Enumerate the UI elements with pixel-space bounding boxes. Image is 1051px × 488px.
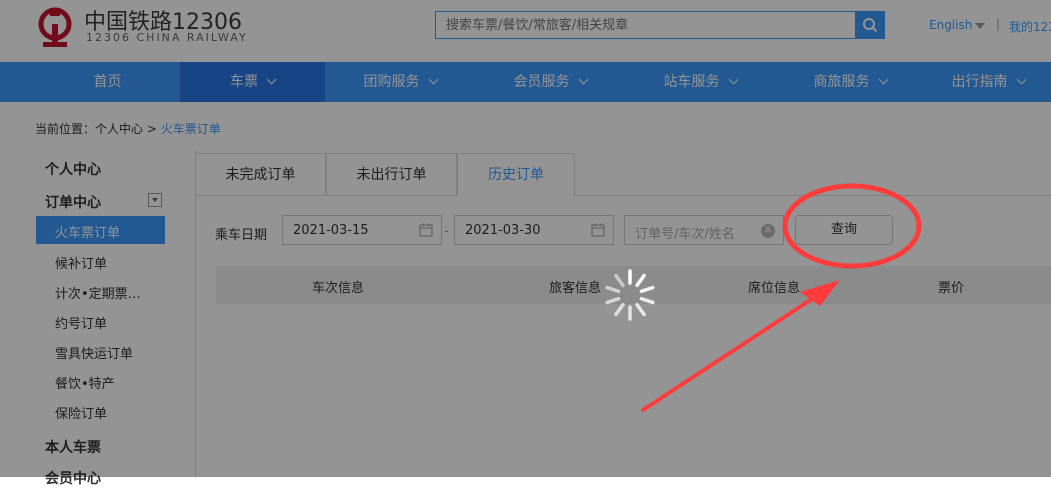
nav-tickets-label: 车票 — [230, 74, 258, 90]
chevron-down-icon — [152, 198, 158, 202]
sidebar-item-label: 火车票订单 — [55, 226, 121, 241]
search-input[interactable] — [435, 11, 855, 39]
chevron-down-icon — [578, 74, 588, 85]
search-button[interactable] — [855, 11, 885, 39]
breadcrumb-current[interactable]: 火车票订单 — [161, 122, 221, 136]
column-price: 票价 — [938, 281, 965, 296]
chevron-down-icon — [266, 74, 277, 85]
chevron-down-icon — [428, 74, 438, 85]
nav-member-label: 会员服务 — [513, 74, 570, 90]
start-date-field[interactable]: 2021-03-15 — [282, 215, 442, 245]
nav-home[interactable]: 首页 — [35, 62, 180, 102]
tab-label: 未完成订单 — [225, 167, 296, 183]
sidebar-item-catering[interactable]: 餐饮•特产 — [55, 373, 115, 392]
breadcrumb: 当前位置：个人中心 > 火车票订单 — [35, 120, 221, 137]
end-date-field[interactable]: 2021-03-30 — [454, 215, 614, 245]
sidebar-item-ski-express[interactable]: 雪具快运订单 — [55, 343, 133, 362]
language-switch[interactable]: English — [929, 18, 972, 32]
my-account-link[interactable]: 我的123 — [1009, 18, 1051, 35]
sidebar-item-period-tickets[interactable]: 计次•定期票… — [55, 283, 141, 302]
query-button[interactable]: 查询 — [795, 215, 893, 245]
date-label: 乘车日期 — [215, 228, 268, 243]
nav-station-service[interactable]: 站车服务 — [625, 62, 775, 102]
nav-station-label: 站车服务 — [663, 74, 720, 90]
main-nav: 首页 车票 团购服务 会员服务 站车服务 商旅服务 出行指南 — [0, 62, 1051, 102]
sidebar-my-tickets[interactable]: 本人车票 — [45, 437, 101, 457]
nav-group-label: 团购服务 — [363, 74, 420, 90]
logo-subtitle: 12306 CHINA RAILWAY — [86, 31, 248, 44]
sidebar-divider — [195, 150, 196, 477]
sidebar-item-reservation[interactable]: 约号订单 — [55, 313, 107, 332]
nav-tickets[interactable]: 车票 — [180, 62, 325, 102]
annotation-arrow — [641, 293, 820, 412]
chevron-down-icon — [1016, 74, 1026, 85]
loading-spinner-icon — [605, 269, 655, 321]
chevron-down-icon — [728, 74, 738, 85]
search-box — [435, 11, 885, 41]
date-range-dash: - — [444, 224, 449, 239]
calendar-icon[interactable] — [419, 223, 433, 237]
railway-logo-icon[interactable] — [34, 6, 76, 48]
search-icon — [863, 18, 878, 33]
tab-bar-line — [195, 195, 1051, 196]
nav-home-label: 首页 — [93, 74, 122, 90]
nav-guide-label: 出行指南 — [951, 74, 1008, 90]
column-train-info: 车次信息 — [312, 281, 365, 296]
tab-upcoming-orders[interactable]: 未出行订单 — [326, 153, 457, 195]
tab-history-orders[interactable]: 历史订单 — [457, 153, 575, 196]
chevron-down-icon[interactable] — [975, 23, 985, 29]
chevron-down-icon — [878, 74, 888, 85]
nav-business-label: 商旅服务 — [813, 74, 870, 90]
sidebar-order-center[interactable]: 订单中心 — [45, 192, 101, 212]
sidebar-item-insurance[interactable]: 保险订单 — [55, 403, 107, 422]
order-search-field[interactable]: 订单号/车次/姓名 ✕ — [624, 215, 784, 245]
sidebar-member-center[interactable]: 会员中心 — [45, 468, 101, 488]
nav-group-service[interactable]: 团购服务 — [325, 62, 475, 102]
header-separator: | — [996, 17, 1001, 31]
breadcrumb-prefix: 当前位置：个人中心 > — [35, 122, 161, 136]
start-date-value: 2021-03-15 — [293, 223, 369, 238]
clear-icon[interactable]: ✕ — [761, 224, 775, 238]
nav-member-service[interactable]: 会员服务 — [475, 62, 625, 102]
tab-label: 未出行订单 — [356, 167, 427, 183]
tab-label: 历史订单 — [488, 167, 544, 183]
sidebar-personal-center[interactable]: 个人中心 — [45, 159, 101, 179]
order-search-placeholder: 订单号/车次/姓名 — [635, 227, 735, 242]
sidebar-item-waitlist[interactable]: 候补订单 — [55, 253, 107, 272]
tab-incomplete-orders[interactable]: 未完成订单 — [195, 153, 326, 195]
column-seat-info: 席位信息 — [748, 281, 801, 296]
nav-business-service[interactable]: 商旅服务 — [775, 62, 925, 102]
end-date-value: 2021-03-30 — [465, 223, 541, 238]
calendar-icon[interactable] — [591, 223, 605, 237]
column-passenger-info: 旅客信息 — [549, 281, 602, 296]
nav-travel-guide[interactable]: 出行指南 — [925, 62, 1051, 102]
